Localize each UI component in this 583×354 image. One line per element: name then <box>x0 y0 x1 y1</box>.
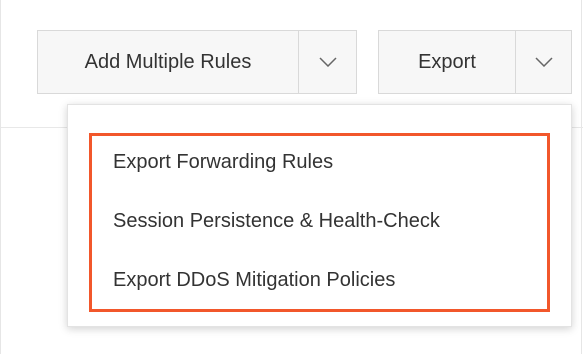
chevron-down-icon <box>534 57 553 67</box>
chevron-down-icon <box>318 57 337 67</box>
export-split-button: Export <box>378 30 572 94</box>
menu-item-export-ddos-mitigation-policies[interactable]: Export DDoS Mitigation Policies <box>113 266 395 294</box>
add-multiple-rules-split-button: Add Multiple Rules <box>37 30 357 94</box>
export-button[interactable]: Export <box>379 31 516 93</box>
add-multiple-rules-button[interactable]: Add Multiple Rules <box>38 31 299 93</box>
add-multiple-rules-dropdown-toggle[interactable] <box>299 31 356 93</box>
menu-item-export-forwarding-rules[interactable]: Export Forwarding Rules <box>113 148 333 176</box>
menu-item-session-persistence-health-check[interactable]: Session Persistence & Health-Check <box>113 207 440 235</box>
rules-panel: Add Multiple Rules Export Export Forward… <box>0 0 583 354</box>
export-dropdown-toggle[interactable] <box>516 31 571 93</box>
